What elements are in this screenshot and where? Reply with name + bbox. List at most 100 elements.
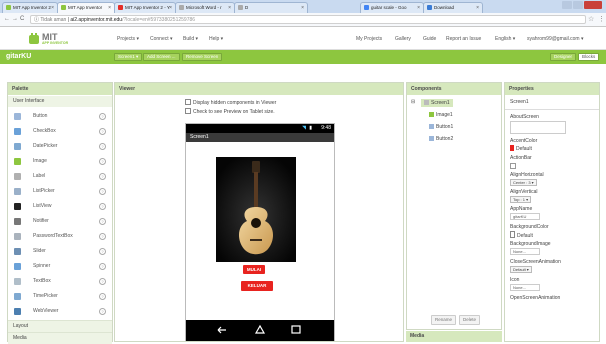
close-tab-icon[interactable]: × xyxy=(108,5,111,11)
menu-icon[interactable]: ⋮ xyxy=(598,15,605,23)
help-icon[interactable]: ? xyxy=(99,308,106,315)
delete-button[interactable]: Delete xyxy=(459,315,481,325)
palette-item-label: CheckBox xyxy=(33,128,56,134)
guide-link[interactable]: Guide xyxy=(423,36,436,42)
button2-keluar[interactable]: KELUAR xyxy=(241,281,273,291)
palette-item-textbox[interactable]: TextBox? xyxy=(8,274,112,289)
app-name-input[interactable]: gitarKU xyxy=(510,213,540,220)
palette-item-label: Label xyxy=(33,173,46,179)
palette-item-button[interactable]: Button? xyxy=(8,109,112,124)
screen-select[interactable]: Screen1 ▾ xyxy=(114,53,143,61)
help-icon[interactable]: ? xyxy=(99,233,106,240)
palette-item-notifier[interactable]: Notifier? xyxy=(8,214,112,229)
close-window-button[interactable] xyxy=(584,1,602,9)
account-menu[interactable]: syahrom99@gmail.com ▾ xyxy=(527,36,584,42)
hidden-components-checkbox[interactable] xyxy=(185,99,191,105)
close-tab-icon[interactable]: × xyxy=(476,5,479,11)
minimize-button[interactable] xyxy=(562,1,572,9)
help-icon[interactable]: ? xyxy=(99,293,106,300)
image1-guitar[interactable] xyxy=(216,157,296,262)
url-input[interactable]: ⓘ Tidak aman | ai2.appinventor.mit.edu/?… xyxy=(30,15,586,24)
help-icon[interactable]: ? xyxy=(99,248,106,255)
tree-item-button2[interactable]: Button2 xyxy=(429,136,453,142)
background-color-select[interactable]: Default xyxy=(510,231,533,239)
palette-item-label[interactable]: Label? xyxy=(8,169,112,184)
help-icon[interactable]: ? xyxy=(99,113,106,120)
tree-item-screen1[interactable]: Screen1 xyxy=(421,99,453,107)
close-tab-icon[interactable]: × xyxy=(301,5,304,11)
help-icon[interactable]: ? xyxy=(99,263,106,270)
help-icon[interactable]: ? xyxy=(99,128,106,135)
palette-item-passwordtextbox[interactable]: PasswordTextBox? xyxy=(8,229,112,244)
browser-tab-active[interactable]: MIT App Inventor × xyxy=(57,2,115,13)
bookmark-star-icon[interactable]: ☆ xyxy=(588,15,594,23)
palette-item-timepicker[interactable]: TimePicker? xyxy=(8,289,112,304)
home-nav-icon xyxy=(254,324,266,334)
help-menu[interactable]: Help ▾ xyxy=(209,36,223,42)
palette-item-image[interactable]: Image? xyxy=(8,154,112,169)
icon-input[interactable]: None... xyxy=(510,284,540,291)
background-image-input[interactable]: None... xyxy=(510,248,540,255)
help-icon[interactable]: ? xyxy=(99,158,106,165)
gallery-link[interactable]: Gallery xyxy=(395,36,411,42)
maximize-button[interactable] xyxy=(573,1,583,9)
projects-menu[interactable]: Projects ▾ xyxy=(117,36,139,42)
close-tab-icon[interactable]: × xyxy=(169,5,172,11)
designer-button[interactable]: Designer xyxy=(550,53,577,61)
actionbar-checkbox[interactable] xyxy=(510,163,516,169)
palette-item-datepicker[interactable]: DatePicker? xyxy=(8,139,112,154)
close-animation-select[interactable]: Default ▾ xyxy=(510,266,532,273)
rename-button[interactable]: Rename xyxy=(431,315,457,325)
browser-tab[interactable]: MIT App Inventor 2 - Y × xyxy=(114,2,176,13)
hidden-components-option[interactable]: Display hidden components in Viewer xyxy=(185,99,276,106)
palette-item-spinner[interactable]: Spinner? xyxy=(8,259,112,274)
language-menu[interactable]: English ▾ xyxy=(495,36,515,42)
button1-mulai[interactable]: MULAI xyxy=(243,265,265,274)
remove-screen-button[interactable]: Remove Screen xyxy=(182,53,223,61)
browser-tab[interactable]: D × xyxy=(234,2,308,13)
help-icon[interactable]: ? xyxy=(99,173,106,180)
help-icon[interactable]: ? xyxy=(99,143,106,150)
my-projects-link[interactable]: My Projects xyxy=(356,36,382,42)
info-icon[interactable]: ⓘ xyxy=(34,17,39,23)
accent-color-select[interactable]: Default xyxy=(510,145,532,152)
palette-item-listview[interactable]: ListView? xyxy=(8,199,112,214)
tree-item-button1[interactable]: Button1 xyxy=(429,124,453,130)
add-screen-button[interactable]: Add Screen ... xyxy=(143,53,180,61)
close-tab-icon[interactable]: × xyxy=(417,5,420,11)
help-icon[interactable]: ? xyxy=(99,218,106,225)
tablet-preview-option[interactable]: Check to see Preview on Tablet size. xyxy=(185,108,275,115)
palette-item-webviewer[interactable]: WebViewer? xyxy=(8,304,112,319)
report-issue-link[interactable]: Report an Issue xyxy=(446,36,481,42)
palette-section-layout[interactable]: Layout xyxy=(8,320,112,332)
back-icon[interactable]: ← xyxy=(4,16,10,22)
close-tab-icon[interactable]: × xyxy=(51,5,54,11)
browser-tab[interactable]: Download × xyxy=(423,2,483,13)
close-tab-icon[interactable]: × xyxy=(228,5,231,11)
reload-icon[interactable]: C xyxy=(20,16,24,22)
blocks-button[interactable]: Blocks xyxy=(578,53,600,61)
connect-menu[interactable]: Connect ▾ xyxy=(150,36,173,42)
tree-item-image1[interactable]: Image1 xyxy=(429,112,453,118)
build-menu[interactable]: Build ▾ xyxy=(183,36,198,42)
about-screen-textarea[interactable] xyxy=(510,121,566,134)
forward-icon[interactable]: → xyxy=(12,16,18,22)
browser-tab[interactable]: guitar scale - Goo × xyxy=(360,2,424,13)
palette-section-media[interactable]: Media xyxy=(8,332,112,344)
palette-item-listpicker[interactable]: ListPicker? xyxy=(8,184,112,199)
align-vertical-select[interactable]: Top : 1 ▾ xyxy=(510,196,532,203)
palette-item-label: Notifier xyxy=(33,218,49,224)
browser-tab[interactable]: MIT App Inventor 2 × xyxy=(2,2,58,13)
notifier-icon xyxy=(14,218,21,225)
help-icon[interactable]: ? xyxy=(99,188,106,195)
help-icon[interactable]: ? xyxy=(99,203,106,210)
palette-section-user-interface[interactable]: User Interface xyxy=(8,96,112,107)
palette-item-slider[interactable]: Slider? xyxy=(8,244,112,259)
palette-item-checkbox[interactable]: CheckBox? xyxy=(8,124,112,139)
align-horizontal-select[interactable]: Center : 3 ▾ xyxy=(510,179,537,186)
help-icon[interactable]: ? xyxy=(99,278,106,285)
tablet-preview-checkbox[interactable] xyxy=(185,108,191,114)
tree-collapse-icon[interactable]: ⊟ xyxy=(411,99,415,105)
browser-tab[interactable]: Microsoft Word - r × xyxy=(175,2,235,13)
mit-logo[interactable]: MIT APP INVENTOR xyxy=(28,32,80,46)
